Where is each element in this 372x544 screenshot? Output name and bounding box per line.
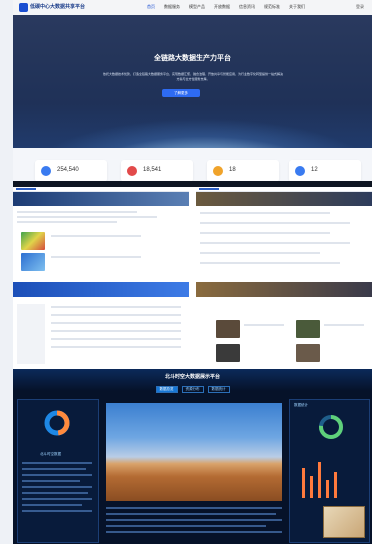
right-panel: 数据统计: [289, 399, 370, 543]
stat-icon: [127, 166, 137, 176]
table-row: [51, 314, 181, 316]
filter-row: [17, 216, 157, 218]
product-thumbnail[interactable]: [296, 320, 320, 338]
table-row: [51, 346, 181, 348]
right-panel-title: 数据统计: [294, 403, 308, 407]
list-item: [200, 222, 350, 224]
main-nav: 首页 数据服务 模型产品 开放数据 信息资讯 规范标准 关于我们: [147, 4, 305, 10]
text-line: [22, 486, 92, 488]
text-line: [22, 498, 92, 500]
map-thumbnail: [21, 232, 45, 250]
stat-value: 18,541: [143, 167, 162, 173]
learn-more-button[interactable]: 了解更多: [162, 89, 200, 97]
pane-banner: [196, 192, 372, 206]
text-line: [106, 507, 282, 509]
text-line: [22, 504, 82, 506]
sidebar-menu: [17, 304, 45, 364]
list-item: [200, 262, 340, 264]
stat-icon: [41, 166, 51, 176]
stat-icon: [295, 166, 305, 176]
dashboard-screenshot: 北斗时空大数据展示平台 数据总览 资源分布 数据统计 北斗时空数据 数据统计: [13, 369, 372, 544]
bar: [310, 476, 313, 498]
nav-item-home[interactable]: 首页: [147, 4, 155, 10]
list-item: [51, 256, 141, 258]
certificate-thumbnail: [323, 506, 365, 538]
text-line: [106, 513, 276, 515]
text-line: [106, 525, 266, 527]
dashboard-title: 北斗时空大数据展示平台: [164, 374, 220, 380]
site-logo-icon: [19, 3, 28, 12]
text-line: [22, 462, 92, 464]
dashboard-tabs: 数据总览 资源分布 数据统计: [13, 386, 372, 393]
nav-item-news[interactable]: 信息资讯: [239, 4, 255, 10]
bar-chart: [298, 458, 348, 498]
list-item: [200, 232, 330, 234]
screenshot-data-table: [13, 282, 189, 369]
nav-item-about[interactable]: 关于我们: [289, 4, 305, 10]
ring-chart: [319, 415, 343, 439]
nav-item-standards[interactable]: 规范标准: [264, 4, 280, 10]
stat-card: 18,541: [121, 160, 193, 182]
text-line: [106, 531, 282, 533]
list-item: [51, 235, 141, 237]
text-line: [22, 480, 80, 482]
table-row: [51, 330, 181, 332]
list-item: [200, 242, 350, 244]
product-thumbnail[interactable]: [216, 344, 240, 362]
tab-statistics[interactable]: 数据统计: [207, 386, 230, 393]
stat-value: 12: [311, 167, 318, 173]
bar: [318, 462, 321, 498]
tab-overview[interactable]: 数据总览: [155, 386, 178, 393]
filter-row: [17, 221, 117, 223]
login-link[interactable]: 登录: [356, 4, 364, 10]
nav-item-model-products[interactable]: 模型产品: [189, 4, 205, 10]
hero-section: 低碳中心大数据共享平台 首页 数据服务 模型产品 开放数据 信息资讯 规范标准 …: [13, 0, 372, 148]
screenshot-data-search: [13, 187, 189, 279]
map-thumbnail: [21, 253, 45, 271]
pane-banner: [13, 192, 189, 206]
table-row: [51, 322, 181, 324]
nav-item-data-services[interactable]: 数据服务: [164, 4, 180, 10]
stat-value: 18: [229, 167, 236, 173]
product-thumbnail[interactable]: [296, 344, 320, 362]
table-row: [51, 338, 181, 340]
hero-title: 全链路大数据生产力平台: [154, 55, 231, 62]
text-line: [22, 468, 86, 470]
site-brand[interactable]: 低碳中心大数据共享平台: [30, 3, 85, 10]
product-caption: [244, 324, 284, 326]
top-navigation-bar: 低碳中心大数据共享平台 首页 数据服务 模型产品 开放数据 信息资讯 规范标准 …: [13, 0, 372, 15]
pane-banner: [196, 282, 372, 297]
left-panel-title: 北斗时空数据: [40, 452, 61, 456]
stat-icon: [213, 166, 223, 176]
screenshot-data-list: [196, 187, 372, 279]
text-line: [106, 519, 282, 521]
screenshot-product-gallery: [196, 282, 372, 369]
product-caption: [324, 324, 364, 326]
nav-item-open-data[interactable]: 开放数据: [214, 4, 230, 10]
stats-row: 254,540 18,541 18 12: [13, 148, 372, 182]
left-panel: 北斗时空数据: [17, 399, 99, 543]
stat-card: 12: [289, 160, 361, 182]
pane-banner: [13, 282, 189, 297]
donut-chart: [44, 410, 70, 436]
text-line: [22, 510, 92, 512]
tab-distribution[interactable]: 资源分布: [181, 386, 204, 393]
bar: [326, 480, 329, 498]
bar: [302, 468, 305, 498]
text-line: [22, 474, 92, 476]
stat-value: 254,540: [57, 167, 79, 173]
table-row: [51, 306, 181, 308]
bar: [334, 472, 337, 498]
product-thumbnail[interactable]: [216, 320, 240, 338]
dashboard-header: 北斗时空大数据展示平台 数据总览 资源分布 数据统计: [13, 369, 372, 393]
filter-row: [17, 211, 137, 213]
stat-card: 254,540: [35, 160, 107, 182]
landscape-photo: [106, 403, 282, 501]
showcase-card: 低碳中心大数据共享平台 首页 数据服务 模型产品 开放数据 信息资讯 规范标准 …: [13, 0, 372, 544]
hero-description: 依托大数据技术优势，打造全链路大数据服务平台，实现数据汇聚、融合治理、开放共享与…: [103, 72, 284, 81]
list-item: [200, 252, 320, 254]
stat-card: 18: [207, 160, 279, 182]
list-item: [200, 212, 330, 214]
text-line: [22, 492, 88, 494]
